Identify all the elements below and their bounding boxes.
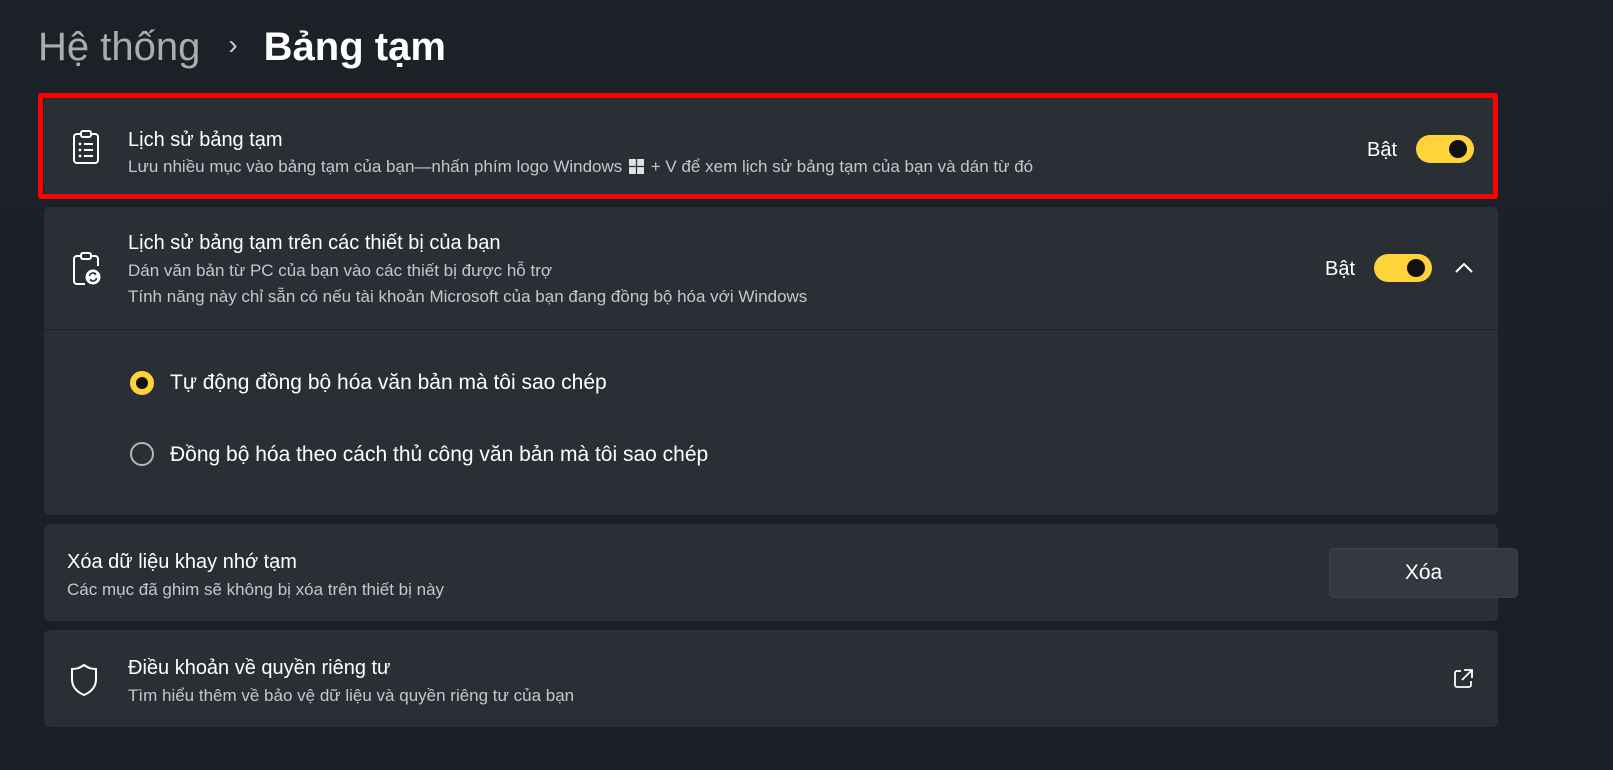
windows-logo-icon [629, 159, 645, 174]
breadcrumb-separator: › [228, 29, 238, 60]
radio-manual-sync-label[interactable]: Đồng bộ hóa theo cách thủ công văn bản m… [170, 443, 708, 467]
cross-device-description-2: Tính năng này chỉ sẵn có nếu tài khoản M… [128, 287, 808, 306]
chevron-up-icon[interactable] [1452, 260, 1476, 276]
shield-icon [71, 663, 97, 697]
clipboard-list-icon [73, 130, 99, 164]
clipboard-history-desc-before: Lưu nhiều mục vào bảng tạm của bạn—nhấn … [128, 157, 623, 176]
clipboard-history-title: Lịch sử bảng tạm [128, 129, 283, 151]
radio-manual-sync[interactable] [130, 442, 154, 466]
cross-device-title: Lịch sử bảng tạm trên các thiết bị của b… [128, 232, 501, 254]
external-link-icon[interactable] [1452, 668, 1474, 690]
cross-device-toggle-label: Bật [1325, 258, 1356, 280]
toggle-knob [1449, 140, 1467, 158]
privacy-card[interactable]: Điều khoản về quyền riêng tư Tìm hiểu th… [44, 630, 1498, 727]
clipboard-history-card: Lịch sử bảng tạm Lưu nhiều mục vào bảng … [44, 97, 1498, 195]
card-divider [44, 329, 1498, 330]
radio-auto-sync[interactable] [130, 371, 154, 395]
clear-data-card: Xóa dữ liệu khay nhớ tạm Các mục đã ghim… [44, 524, 1518, 621]
clipboard-history-desc-after: + V để xem lịch sử bảng tạm của bạn và d… [650, 157, 1034, 176]
cross-device-card: Lịch sử bảng tạm trên các thiết bị của b… [44, 207, 1498, 515]
clear-data-description: Các mục đã ghim sẽ không bị xóa trên thi… [67, 580, 445, 599]
cross-device-toggle[interactable] [1374, 254, 1432, 282]
toggle-knob [1407, 259, 1425, 277]
radio-auto-sync-label[interactable]: Tự động đồng bộ hóa văn bản mà tôi sao c… [170, 371, 607, 395]
breadcrumb: Hệ thống › Bảng tạm [38, 18, 446, 76]
clear-button[interactable]: Xóa [1329, 548, 1518, 598]
privacy-title: Điều khoản về quyền riêng tư [128, 657, 391, 679]
clipboard-history-description: Lưu nhiều mục vào bảng tạm của bạn—nhấn … [128, 157, 1033, 177]
page-title: Bảng tạm [263, 24, 446, 69]
clear-data-title: Xóa dữ liệu khay nhớ tạm [67, 551, 297, 573]
cross-device-description-1: Dán văn bản từ PC của bạn vào các thiết … [128, 261, 553, 280]
clipboard-sync-icon [73, 252, 101, 285]
clipboard-history-toggle-label: Bật [1367, 139, 1398, 161]
privacy-description: Tìm hiểu thêm về bảo vệ dữ liệu và quyền… [128, 686, 575, 705]
breadcrumb-parent[interactable]: Hệ thống [38, 25, 200, 70]
clipboard-history-toggle[interactable] [1416, 135, 1474, 163]
